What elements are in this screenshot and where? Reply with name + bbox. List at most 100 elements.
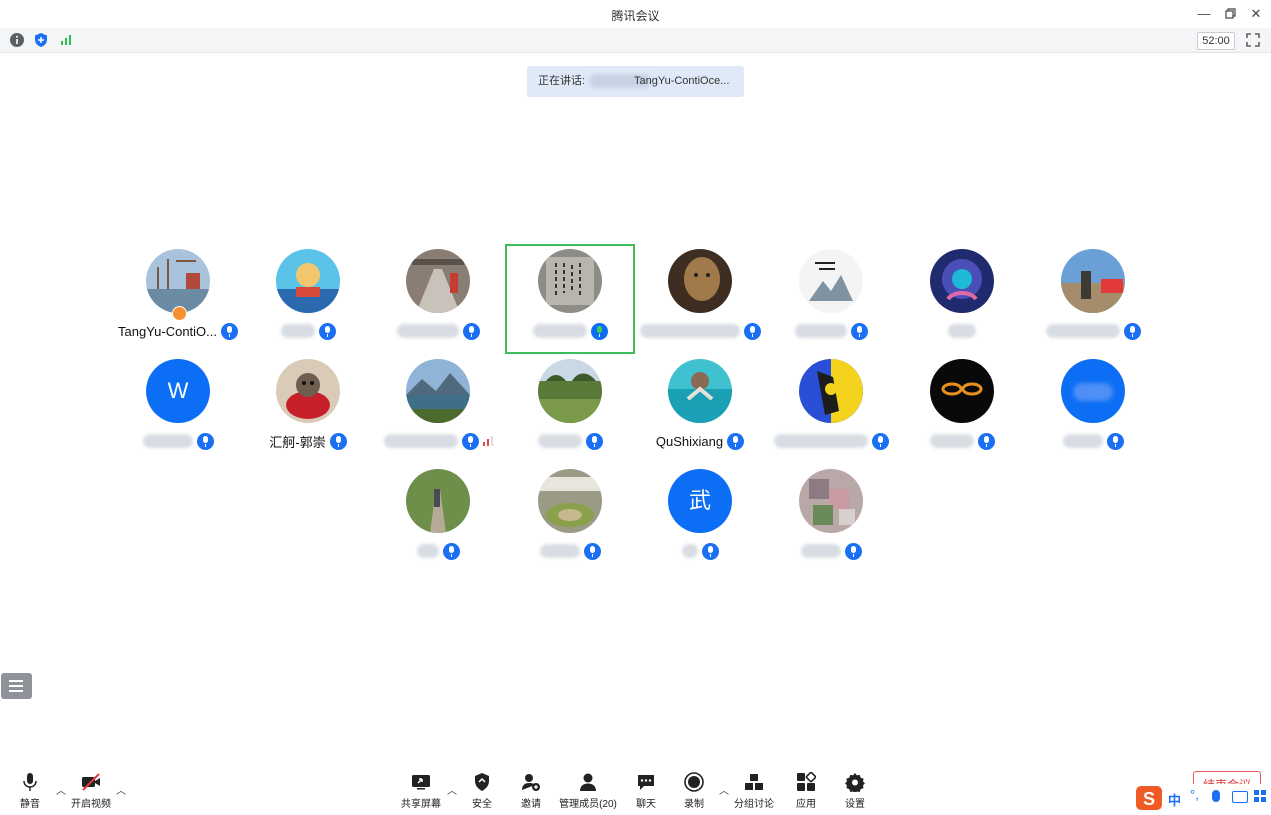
- mic-icon[interactable]: [701, 542, 719, 560]
- mic-icon[interactable]: [318, 322, 336, 340]
- participant-tile[interactable]: [897, 244, 1027, 354]
- invite-button[interactable]: 邀请: [519, 772, 543, 810]
- mic-icon[interactable]: [462, 322, 480, 340]
- mic-icon[interactable]: [583, 542, 601, 560]
- mic-icon[interactable]: [196, 432, 214, 450]
- manage-members-button[interactable]: 管理成员(20): [559, 772, 617, 810]
- participant-avatar: [276, 249, 340, 313]
- participant-name-redacted: [280, 324, 315, 338]
- mic-icon[interactable]: [727, 432, 745, 450]
- participant-name: TangYu-ContiO...: [118, 323, 217, 339]
- participant-tile[interactable]: [373, 354, 503, 464]
- breakout-icon: [744, 772, 764, 792]
- mic-icon[interactable]: [461, 432, 479, 450]
- mic-icon[interactable]: [844, 542, 862, 560]
- participant-tile[interactable]: [373, 464, 503, 574]
- mic-icon[interactable]: [1123, 322, 1141, 340]
- mute-button[interactable]: 静音: [18, 772, 42, 810]
- participant-tile-active-speaker[interactable]: [505, 244, 635, 354]
- shield-icon[interactable]: [33, 32, 49, 48]
- microphone-icon: [20, 772, 40, 792]
- network-signal-icon[interactable]: [58, 32, 74, 48]
- participant-name-redacted: [396, 324, 459, 338]
- participant-tile[interactable]: [766, 464, 896, 574]
- close-icon[interactable]: ✕: [1248, 6, 1264, 22]
- participant-avatar: [406, 249, 470, 313]
- mic-icon[interactable]: [221, 322, 238, 340]
- participant-avatar: [799, 359, 863, 423]
- video-off-icon: [81, 772, 101, 792]
- restore-icon[interactable]: [1222, 6, 1238, 22]
- mic-icon[interactable]: [585, 432, 603, 450]
- invite-label: 邀请: [521, 799, 541, 810]
- participant-tile[interactable]: [897, 354, 1027, 464]
- participant-tile[interactable]: W: [113, 354, 243, 464]
- meeting-toolbar: 52:00: [0, 28, 1271, 53]
- participant-name-redacted: [639, 324, 740, 338]
- participant-avatar: [406, 359, 470, 423]
- mic-icon[interactable]: [1106, 432, 1124, 450]
- share-options-chevron-icon[interactable]: ︿: [447, 782, 457, 797]
- participant-avatar: [930, 249, 994, 313]
- video-options-chevron-icon[interactable]: ︿: [116, 782, 126, 797]
- apps-button[interactable]: 应用: [794, 771, 818, 810]
- security-button[interactable]: 安全: [470, 772, 494, 810]
- ime-keyboard-icon[interactable]: [1232, 791, 1248, 803]
- ime-voice-icon[interactable]: [1212, 790, 1220, 802]
- participant-name-redacted: [537, 434, 582, 448]
- fullscreen-icon[interactable]: [1245, 32, 1261, 48]
- start-video-button[interactable]: 开启视频: [70, 772, 112, 810]
- ime-language-label[interactable]: 中: [1168, 790, 1181, 809]
- participant-tile[interactable]: [373, 244, 503, 354]
- participant-name: 汇舸-郭崇: [269, 434, 326, 450]
- record-options-chevron-icon[interactable]: ︿: [719, 782, 729, 797]
- share-screen-button[interactable]: 共享屏幕: [401, 772, 441, 810]
- record-button[interactable]: 录制: [682, 772, 706, 810]
- settings-button[interactable]: 设置: [843, 772, 867, 810]
- participant-avatar: [146, 249, 210, 313]
- participant-name-redacted: [539, 544, 580, 558]
- window-title: 腾讯会议: [611, 9, 660, 23]
- participant-tile[interactable]: [1028, 244, 1158, 354]
- breakout-rooms-button[interactable]: 分组讨论: [734, 772, 774, 810]
- mic-icon[interactable]: [871, 432, 889, 450]
- participant-tile[interactable]: [635, 244, 765, 354]
- chat-button[interactable]: 聊天: [634, 772, 658, 810]
- title-bar: 腾讯会议 — ✕: [0, 0, 1271, 28]
- participant-tile[interactable]: QuShixiang: [635, 354, 765, 464]
- participant-name-redacted: [532, 324, 587, 338]
- participant-tile[interactable]: [766, 354, 896, 464]
- participant-tile[interactable]: [243, 244, 373, 354]
- gear-icon: [845, 772, 865, 794]
- shield-icon: [472, 772, 492, 792]
- participant-avatar: [930, 359, 994, 423]
- mic-icon[interactable]: [329, 432, 347, 450]
- info-icon[interactable]: [9, 32, 25, 48]
- mic-icon[interactable]: [850, 322, 868, 340]
- participant-tile[interactable]: [1028, 354, 1158, 464]
- mic-icon[interactable]: [442, 542, 460, 560]
- participant-tile[interactable]: 武: [635, 464, 765, 574]
- weak-signal-icon: [482, 436, 493, 446]
- participant-avatar: [668, 359, 732, 423]
- participant-tile[interactable]: [505, 464, 635, 574]
- breakout-rooms-label: 分组讨论: [734, 799, 774, 810]
- participant-tile[interactable]: TangYu-ContiO...: [113, 244, 243, 354]
- ime-menu-icon[interactable]: [1254, 790, 1266, 802]
- participant-tile[interactable]: [766, 244, 896, 354]
- participant-name-redacted: [800, 544, 841, 558]
- participant-avatar: [538, 469, 602, 533]
- mic-icon[interactable]: [977, 432, 995, 450]
- mute-options-chevron-icon[interactable]: ︿: [56, 782, 66, 797]
- minimize-icon[interactable]: —: [1196, 6, 1212, 22]
- ime-punctuation-icon[interactable]: °,: [1190, 787, 1199, 802]
- participant-tile[interactable]: 汇舸-郭崇: [243, 354, 373, 464]
- member-list-toggle-button[interactable]: [1, 673, 32, 699]
- mic-icon[interactable]: [743, 322, 761, 340]
- participant-name-redacted: [773, 434, 868, 448]
- mic-speaking-icon[interactable]: [590, 322, 608, 340]
- members-icon: [578, 772, 598, 792]
- add-user-icon: [521, 772, 541, 792]
- mute-label: 静音: [20, 799, 40, 810]
- participant-tile[interactable]: [505, 354, 635, 464]
